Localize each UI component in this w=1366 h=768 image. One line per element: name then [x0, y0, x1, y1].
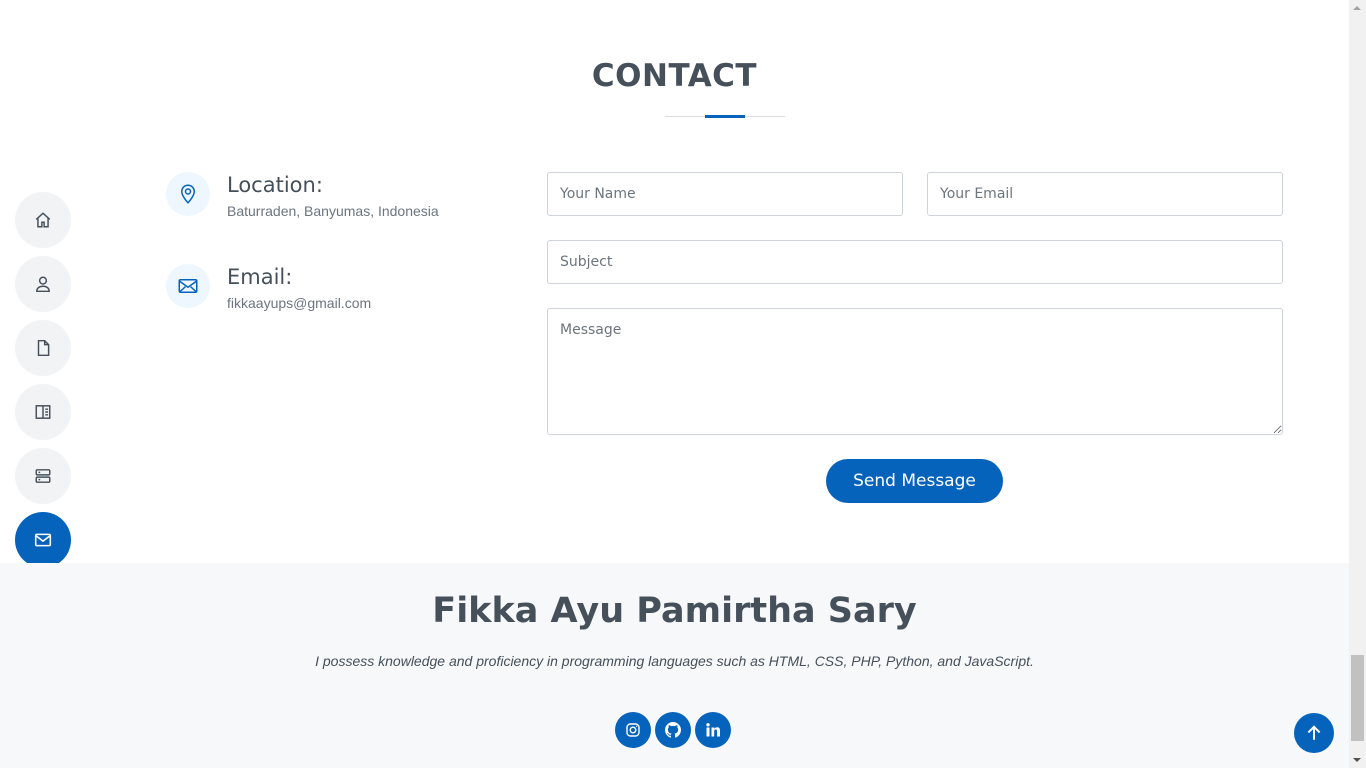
- email-icon-wrap: [166, 264, 210, 308]
- person-icon: [36, 276, 50, 293]
- section-heading: CONTACT: [591, 58, 758, 94]
- email-value[interactable]: fikkaayups@gmail.com: [227, 295, 371, 311]
- nav-portfolio-button[interactable]: [15, 384, 71, 440]
- title-divider-accent: [705, 115, 745, 118]
- email-label: Email:: [227, 265, 293, 289]
- nav-about-button[interactable]: [15, 256, 71, 312]
- footer-tagline: I possess knowledge and proficiency in p…: [315, 653, 1034, 669]
- name-input[interactable]: [547, 172, 903, 216]
- send-message-button[interactable]: Send Message: [826, 459, 1003, 503]
- nav-resume-button[interactable]: [15, 320, 71, 376]
- nav-home-button[interactable]: [15, 192, 71, 248]
- scroll-up-arrow-icon[interactable]: [1349, 0, 1366, 17]
- nav-contact-button[interactable]: [15, 512, 71, 568]
- section-title: CONTACT: [0, 58, 1349, 94]
- home-icon: [35, 212, 51, 228]
- email-input[interactable]: [927, 172, 1283, 216]
- envelope-icon: [34, 533, 52, 547]
- subject-input[interactable]: [547, 240, 1283, 284]
- message-input[interactable]: [547, 308, 1283, 435]
- location-icon-wrap: [166, 172, 210, 216]
- server-icon: [35, 469, 51, 483]
- page: CONTACT Location: Baturraden, Banyumas, …: [0, 0, 1349, 768]
- linkedin-link[interactable]: [695, 712, 731, 748]
- linkedin-icon: [706, 723, 720, 737]
- instagram-link[interactable]: [615, 712, 651, 748]
- instagram-icon: [626, 723, 640, 737]
- nav-services-button[interactable]: [15, 448, 71, 504]
- footer: Fikka Ayu Pamirtha Sary I possess knowle…: [0, 563, 1349, 768]
- social-links: [615, 712, 735, 748]
- location-label: Location:: [227, 173, 323, 197]
- github-icon: [665, 722, 681, 738]
- email-info: Email: fikkaayups@gmail.com: [166, 264, 371, 311]
- arrow-up-icon: [1307, 725, 1321, 740]
- geo-pin-icon: [180, 184, 196, 204]
- footer-name: Fikka Ayu Pamirtha Sary: [432, 591, 917, 631]
- page-scrollbar[interactable]: [1349, 0, 1366, 768]
- side-nav: [15, 192, 71, 576]
- file-icon: [37, 339, 50, 357]
- book-icon: [35, 405, 51, 419]
- scroll-down-arrow-icon[interactable]: [1349, 751, 1366, 768]
- scrollbar-thumb[interactable]: [1351, 655, 1364, 741]
- location-value: Baturraden, Banyumas, Indonesia: [227, 203, 439, 219]
- github-link[interactable]: [655, 712, 691, 748]
- back-to-top-button[interactable]: [1294, 713, 1334, 753]
- envelope-icon: [178, 279, 198, 293]
- location-info: Location: Baturraden, Banyumas, Indonesi…: [166, 172, 439, 219]
